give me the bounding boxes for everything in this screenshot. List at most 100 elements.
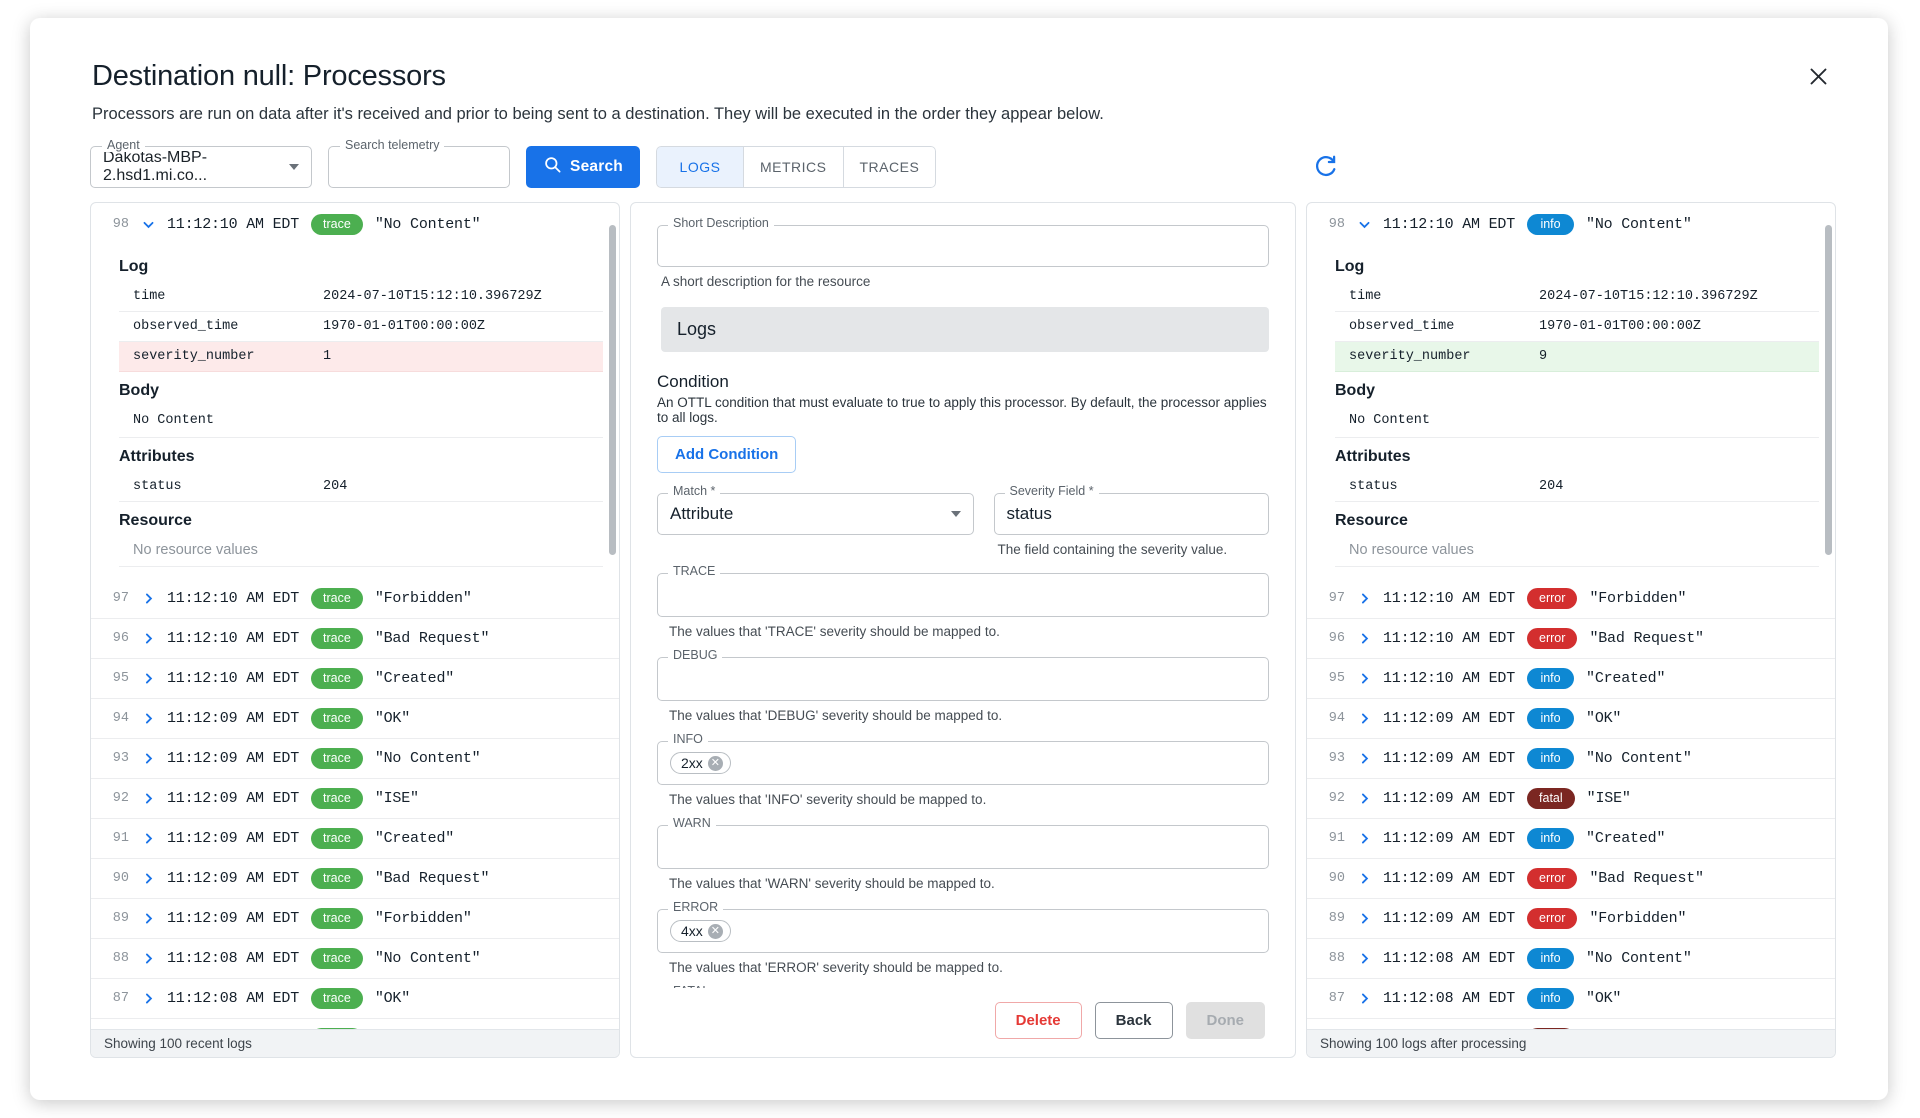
search-input[interactable] bbox=[341, 157, 497, 177]
scrollbar[interactable] bbox=[609, 209, 616, 1023]
delete-button[interactable]: Delete bbox=[994, 1002, 1082, 1039]
list-item[interactable]: 93 11:12:09 AM EDT trace "No Content" bbox=[91, 739, 619, 779]
chevron-right-icon[interactable] bbox=[1357, 752, 1371, 765]
list-item[interactable]: 97 11:12:10 AM EDT trace "Forbidden" bbox=[91, 579, 619, 619]
severity-badge: trace bbox=[311, 1028, 363, 1029]
telemetry-tabs: LOGS METRICS TRACES bbox=[656, 146, 937, 188]
chevron-right-icon[interactable] bbox=[141, 752, 155, 765]
processor-form-scroll[interactable]: Short Description A short description fo… bbox=[631, 203, 1295, 988]
chevron-right-icon[interactable] bbox=[1357, 832, 1371, 845]
list-item[interactable]: 96 11:12:10 AM EDT trace "Bad Request" bbox=[91, 619, 619, 659]
short-description-input[interactable] bbox=[657, 225, 1269, 267]
field-value: 1 bbox=[323, 349, 332, 364]
chevron-right-icon[interactable] bbox=[141, 792, 155, 805]
list-item[interactable]: 94 11:12:09 AM EDT trace "OK" bbox=[91, 699, 619, 739]
scrollbar[interactable] bbox=[1825, 209, 1832, 1023]
severity-map-helper: The values that 'WARN' severity should b… bbox=[669, 876, 995, 891]
list-item[interactable]: 91 11:12:09 AM EDT trace "Created" bbox=[91, 819, 619, 859]
tab-metrics[interactable]: METRICS bbox=[743, 146, 843, 188]
tab-traces[interactable]: TRACES bbox=[842, 146, 937, 188]
value-chip[interactable]: 4xx ✕ bbox=[670, 920, 731, 942]
search-button[interactable]: Search bbox=[526, 146, 640, 188]
severity-badge: trace bbox=[311, 908, 363, 929]
chevron-right-icon[interactable] bbox=[1357, 632, 1371, 645]
severity-field-input[interactable]: Severity Field * status bbox=[993, 485, 1269, 535]
severity-map-input[interactable]: ERROR 4xx ✕ bbox=[657, 901, 1269, 953]
refresh-icon[interactable] bbox=[1308, 150, 1342, 184]
chevron-right-icon[interactable] bbox=[141, 992, 155, 1005]
match-select[interactable]: Match * Attribute bbox=[657, 485, 974, 535]
log-timestamp: 11:12:08 AM EDT bbox=[167, 950, 300, 967]
search-telemetry-field[interactable]: Search telemetry bbox=[328, 139, 510, 188]
severity-map-input[interactable]: WARN bbox=[657, 817, 1269, 869]
toolbar: Agent Dakotas-MBP-2.hsd1.mi.co... Search… bbox=[30, 124, 1888, 188]
value-chip[interactable]: 2xx ✕ bbox=[670, 752, 731, 774]
list-item[interactable]: 90 11:12:09 AM EDT error "Bad Request" bbox=[1307, 859, 1835, 899]
tab-logs[interactable]: LOGS bbox=[656, 146, 743, 188]
field-value: 9 bbox=[1539, 349, 1548, 364]
list-item[interactable]: 88 11:12:08 AM EDT trace "No Content" bbox=[91, 939, 619, 979]
list-item[interactable]: 90 11:12:09 AM EDT trace "Bad Request" bbox=[91, 859, 619, 899]
list-item[interactable]: 92 11:12:09 AM EDT trace "ISE" bbox=[91, 779, 619, 819]
list-item[interactable]: 86 11:12:08 AM EDT fatal "ISE" bbox=[1307, 1019, 1835, 1029]
chevron-right-icon[interactable] bbox=[141, 632, 155, 645]
log-index: 93 bbox=[112, 751, 129, 766]
chevron-right-icon[interactable] bbox=[1357, 592, 1371, 605]
chevron-right-icon[interactable] bbox=[1357, 672, 1371, 685]
list-item[interactable]: 95 11:12:10 AM EDT info "Created" bbox=[1307, 659, 1835, 699]
chevron-right-icon[interactable] bbox=[141, 872, 155, 885]
close-icon[interactable] bbox=[1800, 58, 1836, 94]
chevron-right-icon[interactable] bbox=[1357, 952, 1371, 965]
list-item[interactable]: 89 11:12:09 AM EDT trace "Forbidden" bbox=[91, 899, 619, 939]
severity-map-input[interactable]: TRACE bbox=[657, 565, 1269, 617]
list-item[interactable]: 87 11:12:08 AM EDT info "OK" bbox=[1307, 979, 1835, 1019]
chevron-right-icon[interactable] bbox=[141, 832, 155, 845]
processed-logs-scroll[interactable]: 98 11:12:10 AM EDT info "No Content" Log bbox=[1307, 203, 1835, 1029]
severity-map-input[interactable]: INFO 2xx ✕ bbox=[657, 733, 1269, 785]
chevron-right-icon[interactable] bbox=[1357, 712, 1371, 725]
scrollbar-thumb[interactable] bbox=[609, 225, 616, 555]
short-description-field[interactable]: Short Description bbox=[657, 217, 1269, 267]
list-item[interactable]: 95 11:12:10 AM EDT trace "Created" bbox=[91, 659, 619, 699]
body-section-heading: Body bbox=[119, 382, 159, 399]
incoming-logs-scroll[interactable]: 98 11:12:10 AM EDT trace "No Content" Lo… bbox=[91, 203, 619, 1029]
chevron-right-icon[interactable] bbox=[1357, 872, 1371, 885]
severity-badge: trace bbox=[311, 988, 363, 1009]
expanded-log-header[interactable]: 98 11:12:10 AM EDT info "No Content" bbox=[1307, 203, 1835, 246]
add-condition-button[interactable]: Add Condition bbox=[657, 436, 797, 473]
back-button[interactable]: Back bbox=[1094, 1002, 1173, 1039]
scrollbar-thumb[interactable] bbox=[1825, 225, 1832, 555]
list-item[interactable]: 87 11:12:08 AM EDT trace "OK" bbox=[91, 979, 619, 1019]
list-item[interactable]: 91 11:12:09 AM EDT info "Created" bbox=[1307, 819, 1835, 859]
chevron-right-icon[interactable] bbox=[141, 912, 155, 925]
log-section-heading: Log bbox=[1335, 258, 1365, 275]
remove-chip-icon[interactable]: ✕ bbox=[707, 755, 723, 771]
log-timestamp: 11:12:10 AM EDT bbox=[167, 590, 300, 607]
agent-select[interactable]: Agent Dakotas-MBP-2.hsd1.mi.co... bbox=[90, 139, 312, 188]
chevron-down-icon[interactable] bbox=[141, 218, 155, 231]
list-item[interactable]: 96 11:12:10 AM EDT error "Bad Request" bbox=[1307, 619, 1835, 659]
severity-badge: error bbox=[1527, 868, 1578, 889]
list-item[interactable]: 89 11:12:09 AM EDT error "Forbidden" bbox=[1307, 899, 1835, 939]
log-body: "Created" bbox=[374, 830, 455, 847]
chevron-right-icon[interactable] bbox=[141, 712, 155, 725]
chevron-down-icon[interactable] bbox=[1357, 218, 1371, 231]
list-item[interactable]: 94 11:12:09 AM EDT info "OK" bbox=[1307, 699, 1835, 739]
list-item[interactable]: 86 11:12:08 AM EDT trace "ISE" bbox=[91, 1019, 619, 1029]
chevron-right-icon[interactable] bbox=[1357, 992, 1371, 1005]
chevron-right-icon[interactable] bbox=[141, 952, 155, 965]
list-item[interactable]: 93 11:12:09 AM EDT info "No Content" bbox=[1307, 739, 1835, 779]
chevron-right-icon[interactable] bbox=[1357, 912, 1371, 925]
list-item[interactable]: 97 11:12:10 AM EDT error "Forbidden" bbox=[1307, 579, 1835, 619]
log-index: 89 bbox=[1328, 911, 1345, 926]
chevron-right-icon[interactable] bbox=[1357, 792, 1371, 805]
chevron-right-icon[interactable] bbox=[141, 592, 155, 605]
log-index: 94 bbox=[1328, 711, 1345, 726]
log-timestamp: 11:12:09 AM EDT bbox=[1383, 710, 1516, 727]
expanded-log-header[interactable]: 98 11:12:10 AM EDT trace "No Content" bbox=[91, 203, 619, 246]
chevron-right-icon[interactable] bbox=[141, 672, 155, 685]
list-item[interactable]: 88 11:12:08 AM EDT info "No Content" bbox=[1307, 939, 1835, 979]
list-item[interactable]: 92 11:12:09 AM EDT fatal "ISE" bbox=[1307, 779, 1835, 819]
severity-map-input[interactable]: DEBUG bbox=[657, 649, 1269, 701]
remove-chip-icon[interactable]: ✕ bbox=[707, 923, 723, 939]
